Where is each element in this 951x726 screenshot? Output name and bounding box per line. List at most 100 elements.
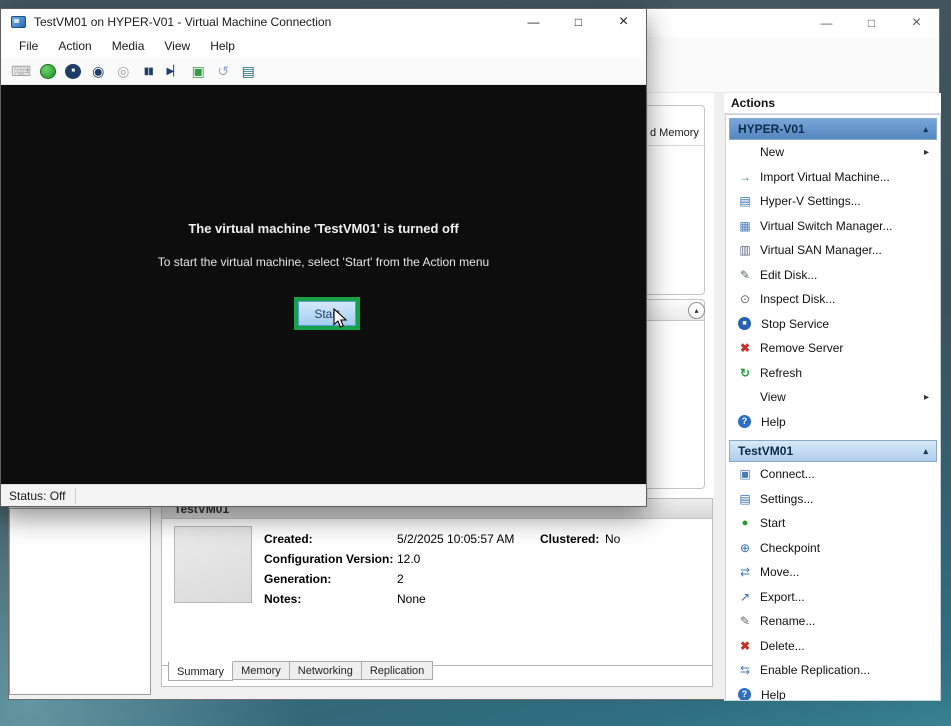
stop-service-icon: ■ — [738, 317, 751, 330]
virtual-san-icon: ▥ — [737, 243, 753, 257]
action-help[interactable]: ? Help — [729, 410, 937, 435]
vm-close-button[interactable]: × — [601, 9, 646, 34]
actions-pane-body: HYPER-V01 ▴ New ▸ → Import Virtual Machi… — [725, 114, 941, 701]
manager-minimize-button[interactable]: — — [804, 9, 849, 37]
tab-memory[interactable]: Memory — [232, 661, 290, 680]
shutdown-icon[interactable]: ◉ — [90, 62, 106, 80]
menu-media[interactable]: Media — [102, 36, 155, 56]
hyperv-settings-icon: ▤ — [737, 194, 753, 208]
checkpoints-collapse-button[interactable]: ▴ — [688, 302, 705, 319]
generation-label: Generation: — [264, 572, 331, 586]
revert-icon[interactable]: ↺ — [215, 62, 231, 80]
action-connect[interactable]: ▣ Connect... — [729, 462, 937, 487]
collapse-chevron-icon[interactable]: ▴ — [923, 446, 928, 457]
action-refresh[interactable]: ↻ Refresh — [729, 361, 937, 386]
vm-toolbar: ⌨ ■ ◉ ◎ ▮▮ ▶▏ ▣ ↺ ▤ — [1, 58, 646, 85]
action-stop-service[interactable]: ■ Stop Service — [729, 312, 937, 337]
start-icon[interactable] — [40, 64, 56, 79]
save-icon[interactable]: ◎ — [115, 62, 131, 80]
rename-icon: ✎ — [737, 614, 753, 628]
vm-menubar: File Action Media View Help — [1, 34, 646, 58]
action-new[interactable]: New ▸ — [729, 140, 937, 165]
action-export[interactable]: ↗ Export... — [729, 585, 937, 610]
virtual-switch-icon: ▦ — [737, 219, 753, 233]
action-inspect-disk[interactable]: ⊙ Inspect Disk... — [729, 287, 937, 312]
enhanced-session-icon[interactable]: ▤ — [240, 62, 256, 80]
checkpoint-icon: ⊕ — [737, 541, 753, 555]
delete-icon: ✖ — [737, 639, 753, 653]
vm-maximize-button[interactable]: □ — [556, 9, 601, 34]
action-checkpoint[interactable]: ⊕ Checkpoint — [729, 536, 937, 561]
vm-minimize-button[interactable]: — — [511, 9, 556, 34]
clustered-label: Clustered: — [540, 532, 599, 546]
tab-replication[interactable]: Replication — [361, 661, 433, 680]
vm-titlebar[interactable]: TestVM01 on HYPER-V01 - Virtual Machine … — [1, 9, 646, 34]
console-tree-panel[interactable] — [9, 508, 151, 695]
collapse-chevron-icon[interactable]: ▴ — [923, 124, 928, 135]
submenu-arrow-icon: ▸ — [924, 147, 929, 158]
action-rename[interactable]: ✎ Rename... — [729, 609, 937, 634]
replication-icon: ⇆ — [737, 663, 753, 677]
import-icon: → — [737, 170, 753, 184]
vm-thumbnail — [174, 526, 252, 603]
created-value: 5/2/2025 10:05:57 AM — [397, 532, 514, 546]
vm-off-message: The virtual machine 'TestVM01' is turned… — [1, 221, 646, 236]
settings-icon: ▤ — [737, 492, 753, 506]
vmconnect-app-icon — [11, 16, 26, 28]
help-icon: ? — [738, 415, 751, 428]
notes-label: Notes: — [264, 592, 301, 606]
menu-file[interactable]: File — [9, 36, 48, 56]
menu-view[interactable]: View — [154, 36, 200, 56]
vm-off-hint: To start the virtual machine, select 'St… — [1, 255, 646, 269]
vm-details-panel: TestVM01 Created: 5/2/2025 10:05:57 AM C… — [161, 498, 713, 687]
clustered-value: No — [605, 532, 620, 546]
action-view[interactable]: View ▸ — [729, 385, 937, 410]
action-enable-replication[interactable]: ⇆ Enable Replication... — [729, 658, 937, 683]
checkpoint-toolbar-icon[interactable]: ▣ — [190, 62, 206, 80]
assigned-memory-column-header[interactable]: d Memory — [650, 127, 699, 139]
vm-viewport: The virtual machine 'TestVM01' is turned… — [1, 85, 646, 486]
manager-maximize-button[interactable]: □ — [849, 9, 894, 37]
start-vm-icon: ● — [737, 517, 753, 529]
click-highlight-frame: Start — [294, 297, 360, 330]
turn-off-icon[interactable]: ■ — [65, 64, 81, 79]
action-help-vm[interactable]: ? Help — [729, 683, 937, 702]
actions-pane-title: Actions — [724, 93, 941, 114]
step-icon[interactable]: ▶▏ — [165, 62, 181, 80]
details-tabs: Summary Memory Networking Replication — [168, 661, 432, 681]
menu-action[interactable]: Action — [48, 36, 101, 56]
action-hyperv-settings[interactable]: ▤ Hyper-V Settings... — [729, 189, 937, 214]
vm-status-text: Status: Off — [1, 488, 76, 504]
config-version-value: 12.0 — [397, 552, 420, 566]
tab-summary[interactable]: Summary — [168, 661, 233, 681]
edit-disk-icon: ✎ — [737, 268, 753, 282]
vm-statusbar: Status: Off — [1, 484, 646, 506]
action-virtual-switch-manager[interactable]: ▦ Virtual Switch Manager... — [729, 214, 937, 239]
pause-icon[interactable]: ▮▮ — [140, 62, 156, 80]
action-virtual-san-manager[interactable]: ▥ Virtual SAN Manager... — [729, 238, 937, 263]
refresh-icon: ↻ — [737, 366, 753, 380]
section-header-label: TestVM01 — [738, 444, 793, 458]
action-import-virtual-machine[interactable]: → Import Virtual Machine... — [729, 165, 937, 190]
actions-section-testvm01[interactable]: TestVM01 ▴ — [729, 440, 937, 462]
actions-section-hyperv01[interactable]: HYPER-V01 ▴ — [729, 118, 937, 140]
ctrl-alt-del-icon[interactable]: ⌨ — [11, 62, 31, 80]
action-start[interactable]: ● Start — [729, 511, 937, 536]
manager-close-button[interactable]: × — [894, 9, 939, 37]
menu-help[interactable]: Help — [200, 36, 245, 56]
action-remove-server[interactable]: ✖ Remove Server — [729, 336, 937, 361]
actions-pane: Actions HYPER-V01 ▴ New ▸ → Import V — [724, 93, 941, 701]
created-label: Created: — [264, 532, 313, 546]
remove-server-icon: ✖ — [737, 341, 753, 355]
action-edit-disk[interactable]: ✎ Edit Disk... — [729, 263, 937, 288]
column-header-divider — [648, 145, 705, 146]
action-settings[interactable]: ▤ Settings... — [729, 487, 937, 512]
action-move[interactable]: ⇄ Move... — [729, 560, 937, 585]
generation-value: 2 — [397, 572, 404, 586]
move-icon: ⇄ — [737, 565, 753, 579]
vm-connection-window: TestVM01 on HYPER-V01 - Virtual Machine … — [0, 8, 647, 507]
help-icon: ? — [738, 688, 751, 701]
tab-networking[interactable]: Networking — [289, 661, 362, 680]
action-delete[interactable]: ✖ Delete... — [729, 634, 937, 659]
config-version-label: Configuration Version: — [264, 552, 393, 566]
